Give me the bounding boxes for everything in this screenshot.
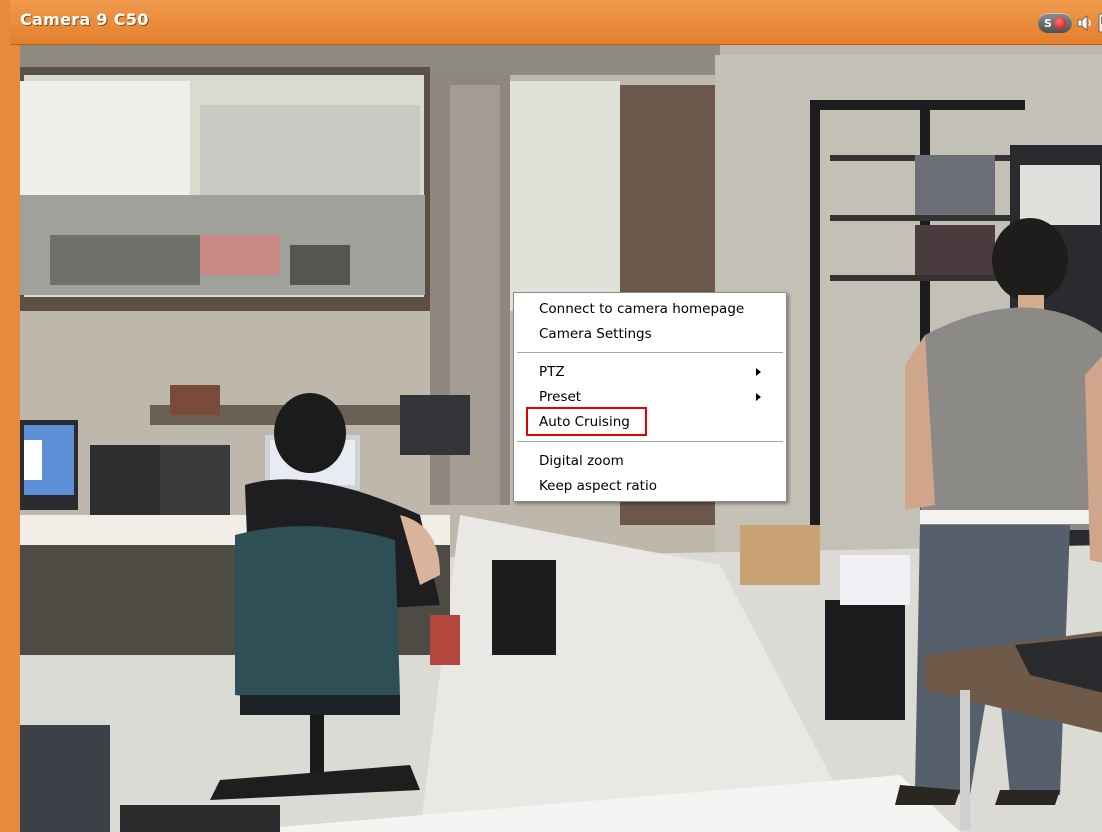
context-menu: Connect to camera homepage Camera Settin… bbox=[513, 292, 787, 502]
snapshot-icon[interactable] bbox=[1098, 13, 1102, 33]
menu-separator bbox=[517, 441, 783, 442]
menu-item-ptz[interactable]: PTZ bbox=[539, 361, 773, 383]
title-icons: S bbox=[1038, 12, 1102, 34]
menu-item-ptz-label: PTZ bbox=[539, 364, 565, 380]
record-icon[interactable]: S bbox=[1038, 13, 1072, 33]
menu-item-digital-zoom[interactable]: Digital zoom bbox=[539, 450, 624, 472]
menu-item-connect-homepage[interactable]: Connect to camera homepage bbox=[539, 298, 744, 320]
menu-item-preset[interactable]: Preset bbox=[539, 386, 773, 408]
title-bar: Camera 9 C50 S bbox=[10, 0, 1102, 45]
window-title: Camera 9 C50 bbox=[20, 10, 149, 29]
submenu-arrow-icon bbox=[756, 368, 761, 376]
menu-item-preset-label: Preset bbox=[539, 389, 582, 405]
menu-item-camera-settings[interactable]: Camera Settings bbox=[539, 323, 652, 345]
auto-cruising-highlight-box bbox=[526, 407, 647, 436]
camera-window: Camera 9 C50 S Connect to camera homepag… bbox=[0, 0, 1102, 832]
record-dot-icon bbox=[1053, 17, 1066, 29]
menu-item-keep-aspect-ratio[interactable]: Keep aspect ratio bbox=[539, 475, 657, 497]
submenu-arrow-icon bbox=[756, 393, 761, 401]
menu-separator bbox=[517, 352, 783, 353]
record-label: S bbox=[1044, 16, 1052, 30]
speaker-icon[interactable] bbox=[1076, 14, 1094, 32]
